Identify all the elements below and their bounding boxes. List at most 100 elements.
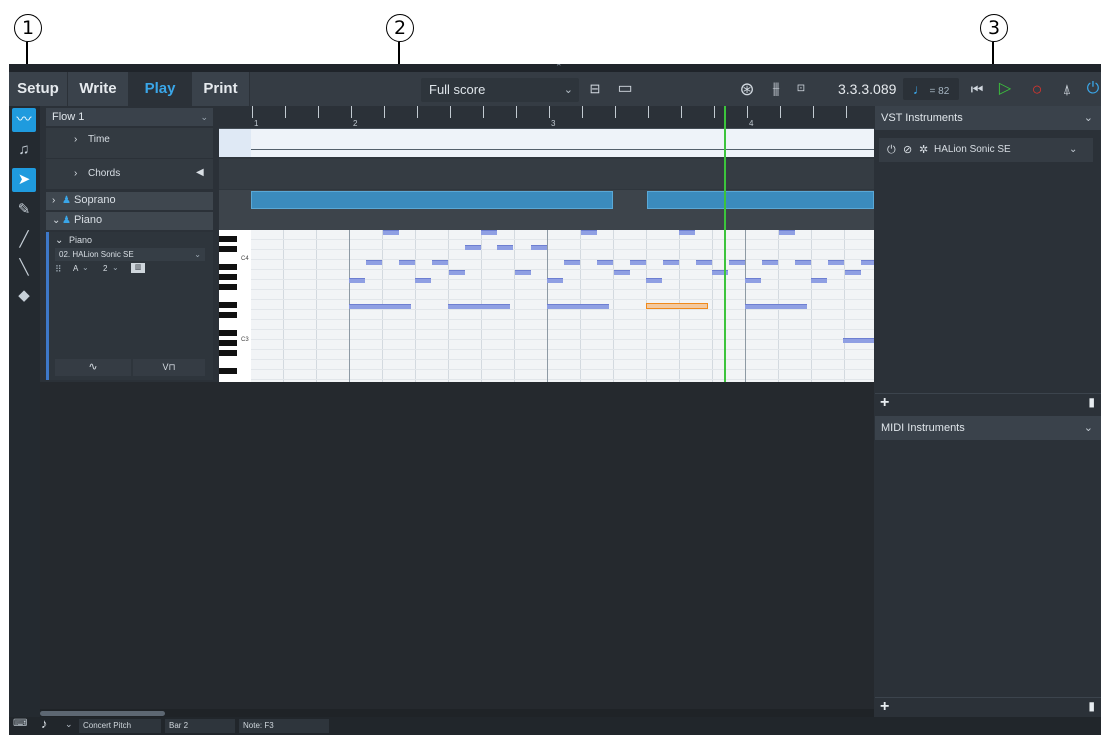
black-key[interactable] xyxy=(219,330,237,336)
line-tool-icon[interactable]: ╱ xyxy=(12,228,36,252)
black-key[interactable] xyxy=(219,274,237,280)
speaker-icon[interactable]: ◀ xyxy=(196,167,204,178)
record-icon[interactable]: ○ xyxy=(1025,72,1049,106)
curve-button[interactable]: ∿ xyxy=(55,359,131,376)
midi-note[interactable] xyxy=(646,278,662,283)
keyboard-icon[interactable]: ▥ xyxy=(131,263,145,273)
midi-note[interactable] xyxy=(515,270,531,275)
mixer-icon[interactable]: ⫵ xyxy=(763,72,789,106)
note-value-icon[interactable]: ♪ xyxy=(41,716,48,731)
add-midi-icon[interactable]: + xyxy=(880,698,889,716)
soprano-region[interactable] xyxy=(647,191,874,209)
video-icon[interactable]: ⊛ xyxy=(734,72,760,106)
power-icon[interactable]: ⏻ xyxy=(1083,72,1101,106)
playhead[interactable] xyxy=(724,106,726,382)
midi-note[interactable] xyxy=(415,278,431,283)
keyboard-icon[interactable]: ⌨ xyxy=(13,718,27,729)
flow-select[interactable]: Flow 1 ⌄ xyxy=(46,108,213,126)
ruler[interactable]: 1 2 3 4 xyxy=(219,106,874,129)
chords-track[interactable]: › Chords ◀ xyxy=(46,159,213,189)
midi-note[interactable] xyxy=(745,278,761,283)
midi-note[interactable] xyxy=(845,270,861,275)
midi-note[interactable] xyxy=(679,230,695,235)
concert-pitch-toggle[interactable]: Concert Pitch xyxy=(79,719,161,733)
selected-midi-note[interactable] xyxy=(646,303,708,309)
black-key[interactable] xyxy=(219,246,237,252)
midi-note[interactable] xyxy=(497,245,513,250)
midi-note[interactable] xyxy=(597,260,613,265)
piano-lane[interactable] xyxy=(219,210,874,230)
galley-view-icon[interactable]: ⊟ xyxy=(583,72,607,106)
midi-note[interactable] xyxy=(448,304,510,309)
midi-note[interactable] xyxy=(383,230,399,235)
midi-note[interactable] xyxy=(828,260,844,265)
black-key[interactable] xyxy=(219,340,237,346)
midi-note[interactable] xyxy=(729,260,745,265)
metronome-icon[interactable]: ⍋ xyxy=(1055,72,1079,106)
expand-icon[interactable]: › xyxy=(74,168,77,179)
piano-track[interactable]: ⌄ ♟ Piano xyxy=(46,212,213,230)
midi-note[interactable] xyxy=(795,260,811,265)
program-select[interactable]: 2 xyxy=(103,264,107,273)
page-view-icon[interactable]: ▭ xyxy=(613,72,637,106)
chords-lane[interactable] xyxy=(219,159,874,189)
midi-instruments-header[interactable]: MIDI Instruments ⌄ xyxy=(875,416,1101,440)
channel-select[interactable]: A xyxy=(73,264,78,273)
midi-note[interactable] xyxy=(745,304,807,309)
midi-note[interactable] xyxy=(811,278,827,283)
midi-note[interactable] xyxy=(465,245,481,250)
playback-toggle-icon[interactable]: 〰 xyxy=(12,108,36,132)
midi-note[interactable] xyxy=(779,230,795,235)
midi-note[interactable] xyxy=(564,260,580,265)
black-key[interactable] xyxy=(219,236,237,242)
midi-note[interactable] xyxy=(449,270,465,275)
soprano-track[interactable]: › ♟ Soprano xyxy=(46,192,213,210)
black-key[interactable] xyxy=(219,302,237,308)
tab-setup[interactable]: Setup xyxy=(9,72,68,106)
midi-note[interactable] xyxy=(861,260,874,265)
black-key[interactable] xyxy=(219,284,237,290)
rewind-icon[interactable]: ⏮ xyxy=(965,72,989,106)
tab-print[interactable]: Print xyxy=(192,72,250,106)
black-key[interactable] xyxy=(219,264,237,270)
tab-write[interactable]: Write xyxy=(68,72,129,106)
select-arrow-icon[interactable]: ➤ xyxy=(12,168,36,192)
black-key[interactable] xyxy=(219,350,237,356)
vst-instrument-row[interactable]: ⏻ ⊘ ✲ HALion Sonic SE ⌄ xyxy=(879,138,1093,162)
midi-note[interactable] xyxy=(481,230,497,235)
black-key[interactable] xyxy=(219,368,237,374)
tab-play[interactable]: Play xyxy=(129,72,192,106)
midi-note[interactable] xyxy=(663,260,679,265)
play-icon[interactable]: ▷ xyxy=(993,72,1017,106)
layout-select[interactable]: Full score ⌄ xyxy=(421,78,579,102)
tempo-display[interactable]: ♩ = 82 xyxy=(903,78,959,100)
horizontal-scrollbar[interactable] xyxy=(40,709,874,717)
piano-roll-grid[interactable] xyxy=(251,230,874,382)
velocity-button[interactable]: V⊓ xyxy=(133,359,205,376)
collapse-track-icon[interactable]: ⌄ xyxy=(55,235,63,246)
gear-icon[interactable]: ✲ xyxy=(919,138,928,162)
time-lane[interactable] xyxy=(219,129,874,157)
midi-note[interactable] xyxy=(630,260,646,265)
trash-icon[interactable]: ▮ xyxy=(1088,699,1095,713)
midi-note[interactable] xyxy=(349,278,365,283)
expand-icon[interactable]: › xyxy=(52,195,55,206)
note-icon[interactable]: ♫ xyxy=(12,138,36,162)
eraser-icon[interactable]: ◆ xyxy=(12,284,36,308)
soprano-region[interactable] xyxy=(251,191,613,209)
midi-icon[interactable]: ⊡ xyxy=(791,72,811,106)
add-vst-icon[interactable]: + xyxy=(880,394,889,412)
midi-note[interactable] xyxy=(581,230,597,235)
trash-icon[interactable]: ▮ xyxy=(1088,395,1095,409)
midi-note[interactable] xyxy=(366,260,382,265)
instrument-select[interactable]: 02. HALion Sonic SE ⌄ xyxy=(55,248,205,261)
scrollbar-thumb[interactable] xyxy=(40,711,165,716)
midi-note[interactable] xyxy=(696,260,712,265)
midi-note[interactable] xyxy=(843,338,874,343)
midi-note[interactable] xyxy=(762,260,778,265)
vst-instruments-header[interactable]: VST Instruments ⌄ xyxy=(875,106,1101,130)
expand-icon[interactable]: › xyxy=(74,134,77,145)
midi-note[interactable] xyxy=(547,278,563,283)
bypass-icon[interactable]: ⊘ xyxy=(903,138,912,162)
soprano-lane[interactable] xyxy=(219,190,874,210)
